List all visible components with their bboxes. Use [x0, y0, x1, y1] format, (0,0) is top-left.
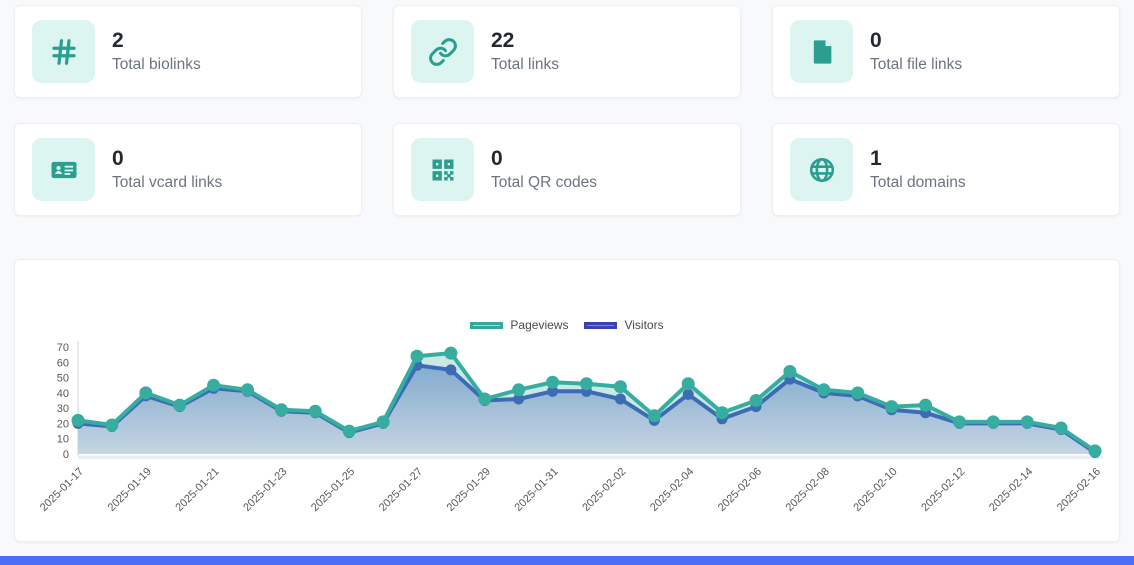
stat-value: 22 [491, 29, 515, 53]
globe-icon [790, 138, 853, 201]
svg-text:2025-02-04: 2025-02-04 [648, 466, 696, 514]
link-icon [411, 20, 474, 83]
chart-legend: Pageviews Visitors [15, 318, 1119, 332]
qr-code-icon [411, 138, 474, 201]
visitors-swatch-icon [584, 321, 618, 329]
svg-text:2025-02-06: 2025-02-06 [716, 466, 764, 514]
svg-text:2025-02-02: 2025-02-02 [580, 466, 628, 514]
svg-text:2025-01-25: 2025-01-25 [309, 466, 357, 514]
hash-icon [32, 20, 95, 83]
stat-value: 2 [112, 29, 124, 53]
stat-label: Total links [491, 55, 560, 73]
stat-value: 1 [870, 147, 882, 171]
legend-item-visitors[interactable]: Visitors [584, 318, 664, 332]
svg-text:2025-01-21: 2025-01-21 [173, 466, 221, 514]
pageviews-visitors-line-chart: 0 10 20 30 40 50 60 70 2025-01-17 2025-01-19 2025-… [38, 341, 1103, 514]
svg-text:70: 70 [57, 342, 69, 354]
dashboard-page: 2 Total biolinks 22 Total links 0 Total … [0, 0, 1134, 542]
analytics-chart-card: Pageviews Visitors 0 10 20 30 40 50 60 70 2025-0… [14, 259, 1120, 542]
vcard-icon [32, 138, 95, 201]
stat-value: 0 [491, 147, 503, 171]
svg-text:50: 50 [57, 373, 69, 385]
stat-label: Total QR codes [491, 173, 597, 191]
pageviews-swatch-icon [470, 321, 504, 329]
svg-text:2025-02-08: 2025-02-08 [784, 466, 832, 514]
legend-label-visitors: Visitors [624, 318, 664, 332]
legend-label-pageviews: Pageviews [510, 318, 569, 332]
svg-text:2025-01-29: 2025-01-29 [445, 466, 493, 514]
stat-label: Total biolinks [112, 55, 201, 73]
svg-text:2025-01-27: 2025-01-27 [377, 466, 425, 514]
svg-text:2025-01-19: 2025-01-19 [106, 466, 154, 514]
stat-value: 0 [870, 29, 882, 53]
stat-card-file-links: 0 Total file links [772, 5, 1120, 98]
stat-card-biolinks: 2 Total biolinks [14, 5, 362, 98]
svg-text:60: 60 [57, 357, 69, 369]
svg-text:2025-02-12: 2025-02-12 [919, 466, 967, 514]
file-icon [790, 20, 853, 83]
stat-value: 0 [112, 147, 124, 171]
stat-card-links: 22 Total links [393, 5, 741, 98]
svg-text:0: 0 [63, 449, 69, 461]
stat-label: Total vcard links [112, 173, 223, 191]
stat-card-domains: 1 Total domains [772, 123, 1120, 216]
stat-card-qr-codes: 0 Total QR codes [393, 123, 741, 216]
svg-text:2025-01-17: 2025-01-17 [38, 466, 86, 514]
svg-text:10: 10 [57, 434, 69, 446]
svg-text:2025-01-23: 2025-01-23 [241, 466, 289, 514]
svg-text:30: 30 [57, 403, 69, 415]
stat-label: Total domains [870, 173, 966, 191]
stat-label: Total file links [870, 55, 963, 73]
svg-text:20: 20 [57, 418, 69, 430]
footer-accent-bar [0, 556, 1134, 565]
svg-text:2025-02-16: 2025-02-16 [1055, 466, 1103, 514]
svg-text:40: 40 [57, 388, 69, 400]
stat-card-vcard-links: 0 Total vcard links [14, 123, 362, 216]
stats-grid: 2 Total biolinks 22 Total links 0 Total … [14, 5, 1120, 216]
svg-text:2025-02-14: 2025-02-14 [987, 466, 1035, 514]
legend-item-pageviews[interactable]: Pageviews [470, 318, 568, 332]
svg-text:2025-02-10: 2025-02-10 [851, 466, 899, 514]
svg-text:2025-01-31: 2025-01-31 [512, 466, 560, 514]
